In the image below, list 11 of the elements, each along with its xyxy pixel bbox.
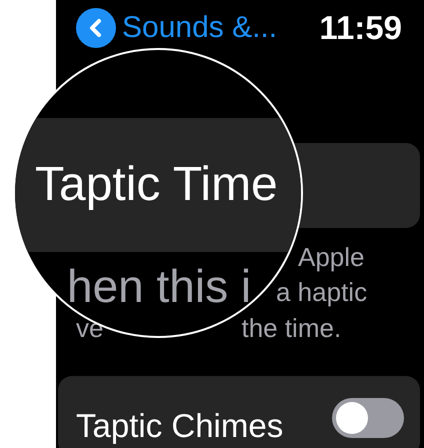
row-label: Taptic Chimes <box>76 406 284 446</box>
description-text: a haptic <box>276 276 368 309</box>
magnified-description: hen this i <box>67 260 252 312</box>
back-button[interactable] <box>76 8 116 48</box>
description-text: Apple <box>298 241 366 274</box>
clock-time: 11:59 <box>319 8 402 48</box>
back-chevron-icon <box>88 18 104 38</box>
magnified-title: Taptic Time <box>35 157 278 213</box>
back-link[interactable]: Sounds &... <box>122 11 278 45</box>
toggle-switch[interactable] <box>332 398 404 438</box>
description-text: the time. <box>241 312 342 345</box>
